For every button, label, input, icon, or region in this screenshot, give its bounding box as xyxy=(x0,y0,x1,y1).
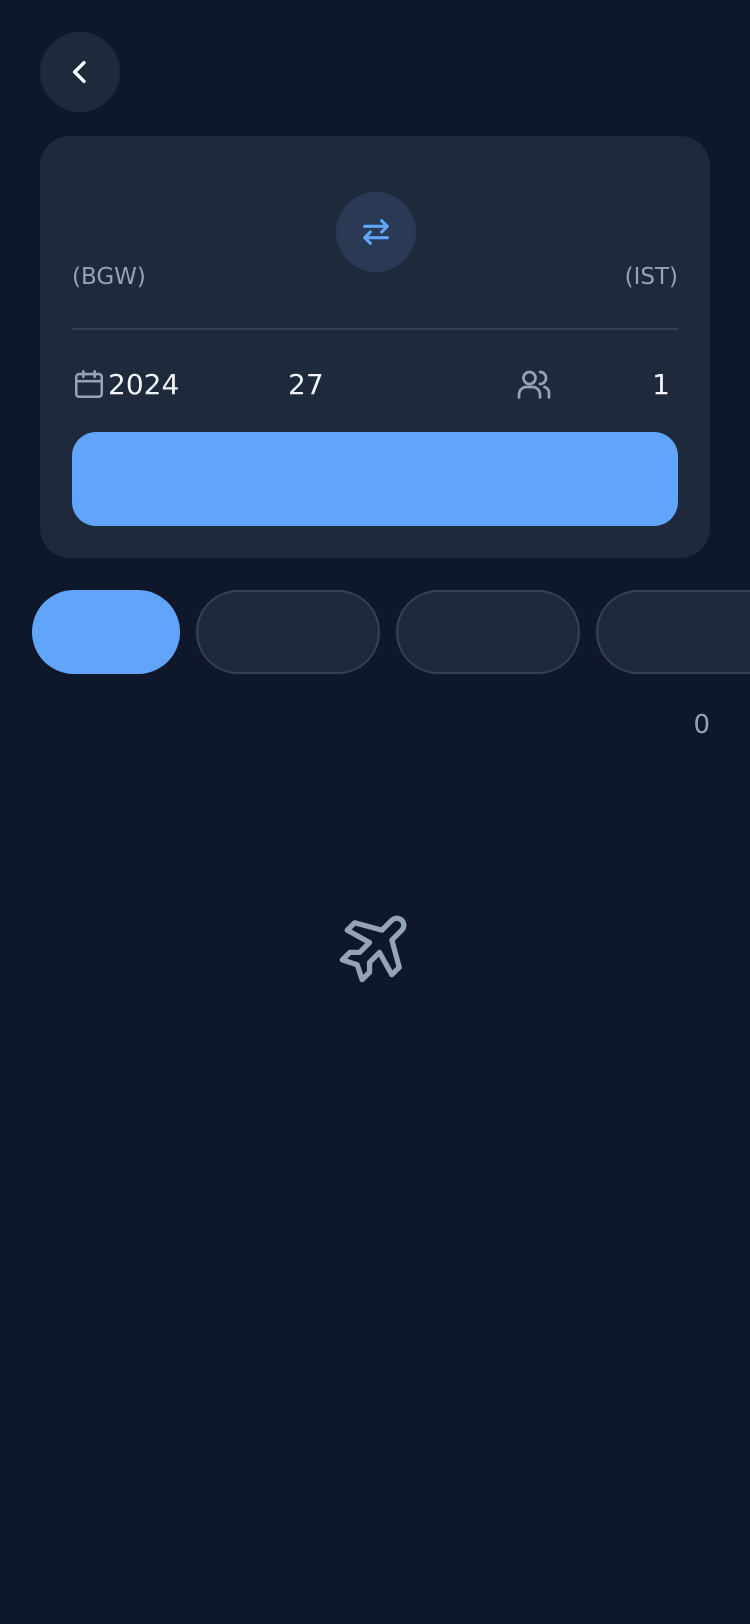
airplane-icon xyxy=(339,915,407,983)
swap-arrows-icon xyxy=(363,219,389,245)
trip-details-row: 2024 27 1 xyxy=(72,360,678,408)
flight-search-card: (BGW) (IST) 2024 27 1 xyxy=(40,136,710,558)
filter-chip-3[interactable] xyxy=(396,590,580,674)
back-button[interactable] xyxy=(40,32,120,112)
search-flights-button[interactable] xyxy=(72,432,678,526)
divider xyxy=(72,328,678,330)
filter-chip-1[interactable] xyxy=(32,590,180,674)
chevron-left-icon xyxy=(72,60,86,84)
departure-day[interactable]: 27 xyxy=(288,368,324,401)
filter-chip-4[interactable] xyxy=(596,590,750,674)
calendar-icon[interactable] xyxy=(72,366,106,402)
departure-year[interactable]: 2024 xyxy=(108,368,179,401)
passengers-icon[interactable] xyxy=(516,366,552,402)
filter-chip-2[interactable] xyxy=(196,590,380,674)
swap-airports-button[interactable] xyxy=(336,192,416,272)
destination-airport-code[interactable]: (IST) xyxy=(625,264,678,290)
origin-airport-code[interactable]: (BGW) xyxy=(72,264,146,290)
passenger-count[interactable]: 1 xyxy=(652,368,670,401)
results-count: 0 xyxy=(693,710,710,740)
